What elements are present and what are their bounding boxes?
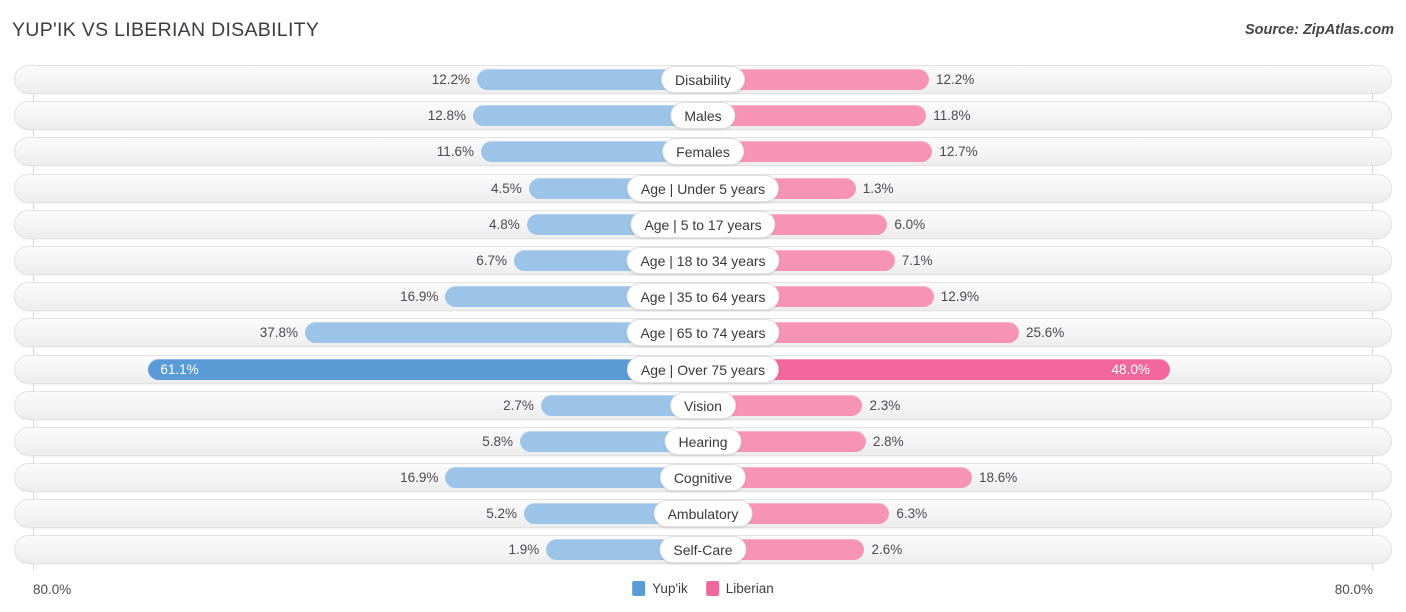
value-left-yupik: 37.8% xyxy=(259,325,298,341)
value-right-liberian: 2.6% xyxy=(871,542,903,558)
row-category-label: Age | Under 5 years xyxy=(626,174,780,202)
value-right-liberian: 7.1% xyxy=(901,252,933,268)
axis-label-right: 80.0% xyxy=(1334,582,1373,597)
chart-row: 16.9% 12.9% Age | 35 to 64 years xyxy=(0,279,1406,315)
value-right-liberian: 12.7% xyxy=(939,144,978,160)
value-left-yupik: 5.2% xyxy=(486,506,518,522)
value-left-yupik: 61.1% xyxy=(160,361,199,377)
row-category-label: Females xyxy=(662,138,744,166)
chart-row: 5.8% 2.8% Hearing xyxy=(0,424,1406,460)
value-right-liberian: 6.3% xyxy=(896,506,928,522)
value-right-liberian: 48.0% xyxy=(1111,361,1150,377)
bar-right-liberian xyxy=(703,105,927,127)
chart-row: 16.9% 18.6% Cognitive xyxy=(0,460,1406,496)
chart-row: 4.8% 6.0% Age | 5 to 17 years xyxy=(0,207,1406,243)
row-category-label: Ambulatory xyxy=(653,500,753,528)
legend-swatch-icon xyxy=(705,581,719,596)
value-left-yupik: 1.9% xyxy=(508,542,540,558)
value-right-liberian: 2.8% xyxy=(872,433,904,449)
value-right-liberian: 12.9% xyxy=(940,289,979,305)
legend-label: Liberian xyxy=(725,581,774,596)
value-left-yupik: 12.8% xyxy=(427,108,466,124)
row-category-label: Vision xyxy=(670,391,736,419)
chart-row: 5.2% 6.3% Ambulatory xyxy=(0,496,1406,532)
row-category-label: Males xyxy=(670,102,736,130)
legend-item[interactable]: Yup'ik xyxy=(632,581,688,596)
value-left-yupik: 12.2% xyxy=(431,72,471,87)
row-category-label: Age | 35 to 64 years xyxy=(626,283,780,311)
chart-row: 11.6% 12.7% Females xyxy=(0,134,1406,170)
bar-left-yupik xyxy=(472,105,703,127)
row-category-label: Self-Care xyxy=(659,536,747,564)
legend-item[interactable]: Liberian xyxy=(705,581,774,596)
chart-row: 12.8% 11.8% Males xyxy=(0,98,1406,134)
value-left-yupik: 11.6% xyxy=(436,144,475,160)
chart-footer: 80.0% Yup'ik Liberian 80.0% xyxy=(0,574,1406,612)
value-right-liberian: 25.6% xyxy=(1026,325,1065,341)
diverging-bar-chart: 12.2% 12.2% Disability 12.8% 11.8% Males 11.6%… xyxy=(0,62,1406,574)
value-right-liberian: 18.6% xyxy=(978,470,1018,486)
chart-row: 6.7% 7.1% Age | 18 to 34 years xyxy=(0,243,1406,279)
chart-header: YUP'IK VS LIBERIAN DISABILITY Source: Zi… xyxy=(0,0,1406,62)
chart-rows: 12.2% 12.2% Disability 12.8% 11.8% Males 11.6%… xyxy=(0,62,1406,569)
value-left-yupik: 4.8% xyxy=(488,216,520,232)
chart-row: 61.1% 48.0% Age | Over 75 years xyxy=(0,352,1406,388)
axis-label-left: 80.0% xyxy=(33,582,72,597)
row-category-label: Age | Over 75 years xyxy=(626,355,780,383)
page-title: YUP'IK VS LIBERIAN DISABILITY xyxy=(12,19,320,41)
row-category-label: Hearing xyxy=(664,427,742,455)
chart-row: 4.5% 1.3% Age | Under 5 years xyxy=(0,171,1406,207)
row-category-label: Age | 65 to 74 years xyxy=(626,319,780,347)
bar-left-yupik xyxy=(148,358,703,380)
chart-row: 12.2% 12.2% Disability xyxy=(0,62,1406,98)
row-category-label: Disability xyxy=(660,66,746,93)
chart-row: 2.7% 2.3% Vision xyxy=(0,388,1406,424)
value-left-yupik: 6.7% xyxy=(476,252,507,268)
value-left-yupik: 4.5% xyxy=(490,180,522,196)
value-left-yupik: 16.9% xyxy=(400,289,439,305)
value-right-liberian: 1.3% xyxy=(862,180,894,196)
row-category-label: Cognitive xyxy=(659,464,747,492)
value-right-liberian: 6.0% xyxy=(894,216,926,232)
chart-row: 37.8% 25.6% Age | 65 to 74 years xyxy=(0,315,1406,351)
legend: Yup'ik Liberian xyxy=(632,581,774,596)
chart-row: 1.9% 2.6% Self-Care xyxy=(0,532,1406,568)
row-category-label: Age | 5 to 17 years xyxy=(630,210,776,238)
value-right-liberian: 12.2% xyxy=(935,72,975,87)
value-left-yupik: 5.8% xyxy=(482,433,514,449)
legend-swatch-icon xyxy=(632,581,646,596)
value-left-yupik: 2.7% xyxy=(503,397,534,413)
value-right-liberian: 2.3% xyxy=(869,397,901,413)
row-category-label: Age | 18 to 34 years xyxy=(626,246,780,274)
value-left-yupik: 16.9% xyxy=(400,470,439,486)
source-attribution: Source: ZipAtlas.com xyxy=(1244,22,1394,38)
value-right-liberian: 11.8% xyxy=(933,108,971,124)
legend-label: Yup'ik xyxy=(652,581,688,596)
